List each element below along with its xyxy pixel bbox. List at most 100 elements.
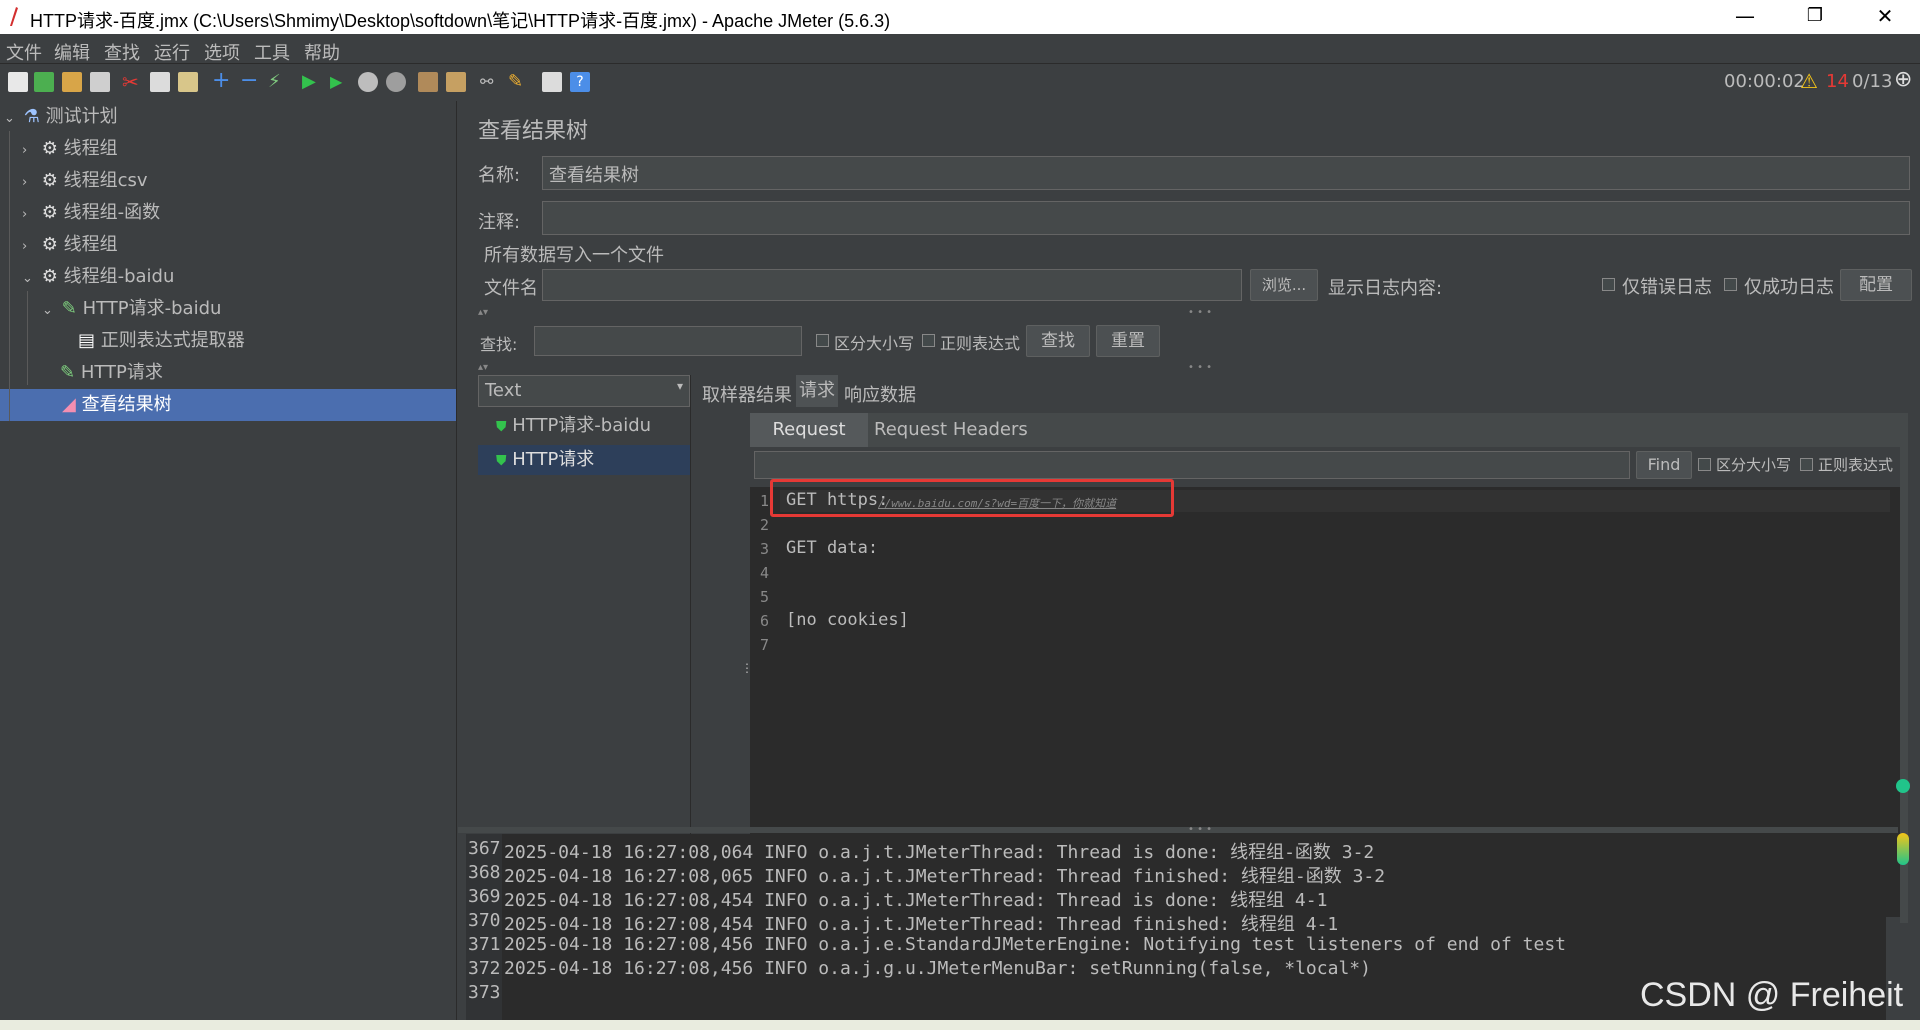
chevron-right-icon[interactable]: › (22, 135, 36, 167)
tree-item-thread-group-2[interactable]: › ⚙ 线程组 (22, 229, 452, 261)
tree-item-http-request-baidu[interactable]: ⌄ ✎ HTTP请求-baidu (42, 293, 452, 325)
paste-icon[interactable] (178, 72, 198, 92)
sample-item-http-request-baidu[interactable]: ⛊ HTTP请求-baidu (478, 413, 690, 439)
sample-item-http-request[interactable]: ⛊ HTTP请求 (478, 445, 690, 475)
chevron-right-icon[interactable]: › (22, 167, 36, 199)
reset-button[interactable]: 重置 (1096, 325, 1160, 357)
body-regex-checkbox[interactable] (1800, 458, 1813, 471)
warning-count: 14 (1826, 71, 1849, 92)
expand-icon[interactable]: + (212, 70, 232, 92)
tree-item-thread-group-function[interactable]: › ⚙ 线程组-函数 (22, 197, 452, 229)
templates-icon[interactable] (34, 72, 54, 92)
tab-request[interactable]: 请求 (796, 375, 838, 407)
configure-button[interactable]: 配置 (1840, 269, 1912, 301)
gear-icon: ⚙ (41, 234, 58, 255)
menu-run[interactable]: 运行 (154, 39, 190, 65)
tree-item-thread-group-csv[interactable]: › ⚙ 线程组csv (22, 165, 452, 197)
case-sensitive-checkbox[interactable] (816, 334, 829, 347)
window-title: HTTP请求-百度.jmx (C:\Users\Shmimy\Desktop\s… (30, 11, 891, 31)
warning-icon[interactable]: ⚠ (1800, 69, 1818, 93)
thread-count: 0/13 (1852, 71, 1893, 92)
splitter-handle[interactable]: ▴▾ • • • (478, 363, 1908, 373)
panel-title: 查看结果树 (478, 119, 589, 144)
body-search-input[interactable] (754, 451, 1630, 479)
minimize-button[interactable]: — (1710, 0, 1780, 34)
tree-item-label: HTTP请求-baidu (82, 298, 222, 319)
tree-item-thread-group-baidu[interactable]: ⌄ ⚙ 线程组-baidu (22, 261, 452, 293)
tab-response-data[interactable]: 响应数据 (844, 381, 916, 407)
chevron-down-icon[interactable]: ⌄ (4, 103, 18, 135)
menu-file[interactable]: 文件 (6, 39, 42, 65)
chevron-right-icon[interactable]: › (22, 231, 36, 263)
stop-icon[interactable] (358, 72, 378, 92)
chevron-right-icon[interactable]: › (22, 199, 36, 231)
tree-item-http-request[interactable]: ✎ HTTP请求 (60, 357, 450, 389)
shutdown-icon[interactable] (386, 72, 406, 92)
open-icon[interactable] (62, 72, 82, 92)
log-line: 2025-04-18 16:27:08,456 INFO o.a.j.g.u.J… (504, 958, 1371, 979)
comment-input[interactable] (542, 201, 1910, 235)
tree-item-view-results-tree[interactable]: ◢ 查看结果树 (0, 389, 456, 421)
body-find-button[interactable]: Find (1636, 451, 1692, 479)
tree-item-test-plan[interactable]: ⌄ ⚗ 测试计划 (4, 101, 454, 133)
start-icon[interactable]: ▶ (302, 72, 322, 92)
log-line: 2025-04-18 16:27:08,454 INFO o.a.j.t.JMe… (504, 890, 1328, 911)
tree-item-label: HTTP请求 (80, 362, 163, 383)
menu-edit[interactable]: 编辑 (54, 39, 90, 65)
save-icon[interactable] (90, 72, 110, 92)
function-helper-icon[interactable] (542, 72, 562, 92)
menu-bar: 文件 编辑 查找 运行 选项 工具 帮助 (0, 34, 1920, 64)
search-binoculars-icon[interactable]: ⚯ (480, 72, 500, 92)
jmeter-logo-icon (10, 7, 18, 26)
name-input[interactable]: 查看结果树 (542, 156, 1910, 190)
tab-request-headers[interactable]: Request Headers (874, 419, 1028, 440)
tree-item-label: 正则表达式提取器 (100, 330, 245, 351)
menu-help[interactable]: 帮助 (304, 39, 340, 65)
tree-item-label: 查看结果树 (81, 394, 172, 415)
file-group-title: 所有数据写入一个文件 (484, 245, 664, 266)
line-number: 5 (760, 588, 770, 606)
collapse-icon[interactable]: − (240, 70, 260, 92)
log-line-number: 369 (468, 886, 501, 907)
gear-icon: ⚙ (41, 202, 58, 223)
tab-sampler-result[interactable]: 取样器结果 (702, 381, 792, 407)
filename-input[interactable] (542, 269, 1242, 301)
reset-search-icon[interactable]: ✎ (508, 72, 528, 92)
search-input[interactable] (534, 326, 802, 356)
success-only-checkbox[interactable] (1724, 278, 1737, 291)
chevron-down-icon[interactable]: ⌄ (42, 295, 56, 327)
flask-icon: ⚗ (23, 106, 40, 127)
restore-button[interactable]: ❐ (1780, 0, 1850, 34)
regex-checkbox[interactable] (922, 334, 935, 347)
chevron-down-icon[interactable]: ⌄ (22, 263, 36, 295)
code-line: [no cookies] (786, 610, 909, 630)
toolbar: ✂ + − ⚡ ▶ ▶ ⚯ ✎ ? 00:00:02 ⚠ 14 0/13 ⊕ (0, 64, 1920, 100)
clear-icon[interactable] (418, 72, 438, 92)
tree-item-label: 线程组-baidu (63, 266, 175, 287)
tree-item-thread-group-1[interactable]: › ⚙ 线程组 (22, 133, 452, 165)
body-case-sensitive-label: 区分大小写 (1716, 456, 1792, 474)
renderer-select[interactable]: Text ▾ (478, 375, 690, 407)
sample-label: HTTP请求-baidu (512, 415, 652, 436)
start-no-pause-icon[interactable]: ▶ (330, 72, 350, 92)
tab-request-body[interactable]: Request Body (750, 413, 868, 474)
menu-tools[interactable]: 工具 (254, 39, 290, 65)
body-case-sensitive-checkbox[interactable] (1698, 458, 1711, 471)
cut-icon[interactable]: ✂ (122, 72, 142, 92)
remote-status-icon: ⊕ (1894, 67, 1913, 92)
toggle-icon[interactable]: ⚡ (268, 72, 288, 92)
splitter-handle[interactable]: • • • (458, 825, 1898, 835)
errors-only-checkbox[interactable] (1602, 278, 1615, 291)
new-icon[interactable] (8, 72, 28, 92)
close-button[interactable]: ✕ (1850, 0, 1920, 34)
search-button[interactable]: 查找 (1026, 325, 1090, 357)
clear-all-icon[interactable] (446, 72, 466, 92)
log-line-number: 371 (468, 934, 501, 955)
browse-button[interactable]: 浏览... (1250, 269, 1318, 301)
copy-icon[interactable] (150, 72, 170, 92)
help-icon[interactable]: ? (570, 72, 590, 92)
splitter-handle[interactable]: ▴▾ • • • (478, 308, 1908, 318)
tree-item-regex-extractor[interactable]: ▤ 正则表达式提取器 (78, 325, 448, 357)
menu-search[interactable]: 查找 (104, 39, 140, 65)
menu-options[interactable]: 选项 (204, 39, 240, 65)
